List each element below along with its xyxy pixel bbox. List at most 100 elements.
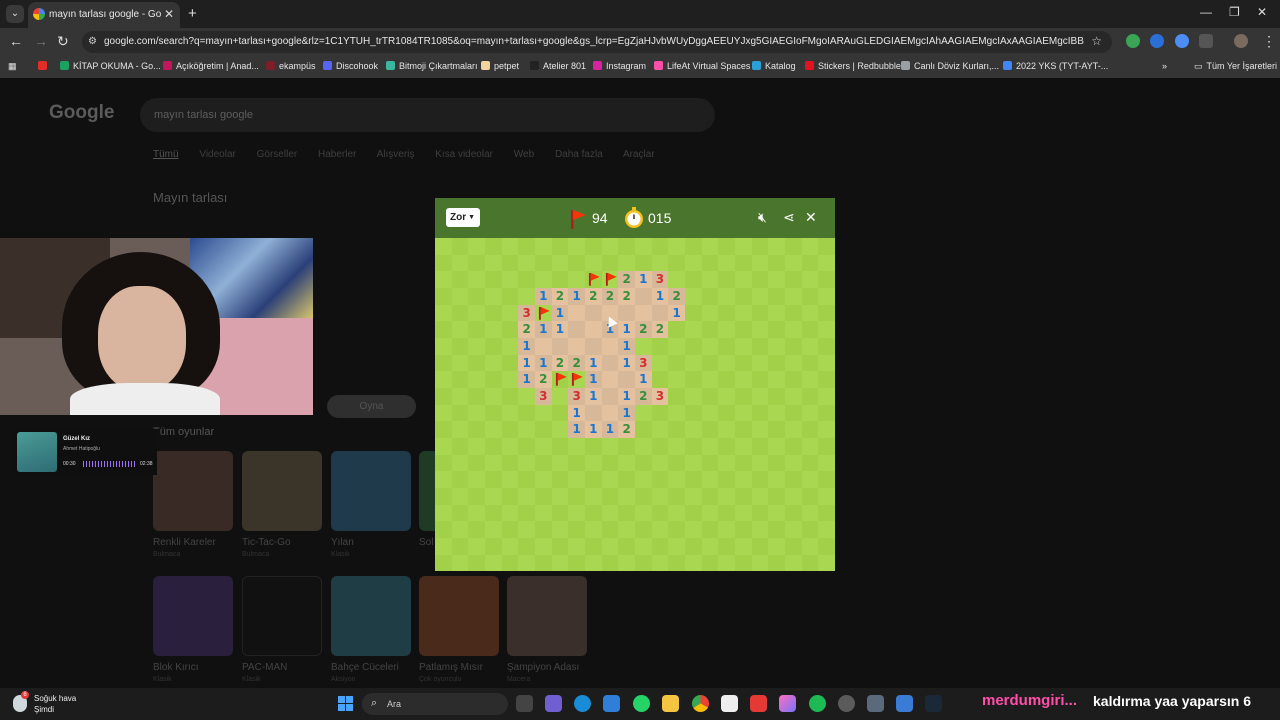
unrevealed-cell[interactable] <box>701 488 719 505</box>
unrevealed-cell[interactable] <box>801 271 819 288</box>
unrevealed-cell[interactable] <box>635 338 652 355</box>
unrevealed-cell[interactable] <box>618 238 635 255</box>
unrevealed-cell[interactable] <box>668 338 685 355</box>
unrevealed-cell[interactable] <box>618 521 635 538</box>
unrevealed-cell[interactable] <box>801 388 819 405</box>
unrevealed-cell[interactable] <box>468 504 485 522</box>
number-cell[interactable]: 1 <box>551 304 569 322</box>
number-cell[interactable]: 2 <box>568 354 585 372</box>
unrevealed-cell[interactable] <box>651 238 669 255</box>
flagged-cell[interactable] <box>535 304 552 322</box>
unrevealed-cell[interactable] <box>751 288 769 305</box>
store-icon[interactable] <box>603 695 620 712</box>
unrevealed-cell[interactable] <box>618 471 635 488</box>
unrevealed-cell[interactable] <box>668 438 685 455</box>
unrevealed-cell[interactable] <box>735 304 752 322</box>
unrevealed-cell[interactable] <box>568 471 585 488</box>
unrevealed-cell[interactable] <box>818 421 835 438</box>
unrevealed-cell[interactable] <box>668 488 685 505</box>
unrevealed-cell[interactable] <box>668 554 685 572</box>
unrevealed-cell[interactable] <box>818 538 835 555</box>
bookmark-star-icon[interactable]: ☆ <box>1091 34 1102 48</box>
unrevealed-cell[interactable] <box>785 371 802 388</box>
unrevealed-cell[interactable] <box>451 254 469 272</box>
unrevealed-cell[interactable] <box>785 254 802 272</box>
number-cell[interactable]: 1 <box>618 388 635 405</box>
search-box[interactable]: mayın tarlası google <box>140 98 715 132</box>
unrevealed-cell[interactable] <box>485 271 502 288</box>
unrevealed-cell[interactable] <box>768 371 785 388</box>
unrevealed-cell[interactable] <box>718 354 735 372</box>
unrevealed-cell[interactable] <box>768 454 785 472</box>
unrevealed-cell[interactable] <box>518 538 535 555</box>
unrevealed-cell[interactable] <box>585 454 602 472</box>
number-cell[interactable]: 3 <box>518 304 535 322</box>
unrevealed-cell[interactable] <box>735 504 752 522</box>
unrevealed-cell[interactable] <box>518 421 535 438</box>
unrevealed-cell[interactable] <box>618 488 635 505</box>
unrevealed-cell[interactable] <box>801 404 819 422</box>
unrevealed-cell[interactable] <box>685 388 702 405</box>
unrevealed-cell[interactable] <box>718 421 735 438</box>
unrevealed-cell[interactable] <box>451 488 469 505</box>
unrevealed-cell[interactable] <box>785 238 802 255</box>
unrevealed-cell[interactable] <box>651 421 669 438</box>
unrevealed-cell[interactable] <box>435 388 452 405</box>
unrevealed-cell[interactable] <box>535 504 552 522</box>
revealed-empty-cell[interactable] <box>568 338 585 355</box>
unrevealed-cell[interactable] <box>818 271 835 288</box>
unrevealed-cell[interactable] <box>468 388 485 405</box>
app-gray-icon[interactable] <box>838 695 855 712</box>
number-cell[interactable]: 1 <box>585 371 602 388</box>
unrevealed-cell[interactable] <box>518 404 535 422</box>
unrevealed-cell[interactable] <box>818 338 835 355</box>
unrevealed-cell[interactable] <box>485 488 502 505</box>
unrevealed-cell[interactable] <box>635 471 652 488</box>
unrevealed-cell[interactable] <box>601 471 619 488</box>
new-tab-button[interactable]: + <box>188 5 197 22</box>
unrevealed-cell[interactable] <box>451 521 469 538</box>
unrevealed-cell[interactable] <box>735 354 752 372</box>
unrevealed-cell[interactable] <box>801 454 819 472</box>
unrevealed-cell[interactable] <box>685 404 702 422</box>
unrevealed-cell[interactable] <box>668 454 685 472</box>
unrevealed-cell[interactable] <box>535 421 552 438</box>
search-query[interactable]: mayın tarlası google <box>154 109 253 121</box>
unrevealed-cell[interactable] <box>501 238 519 255</box>
unrevealed-cell[interactable] <box>635 254 652 272</box>
unrevealed-cell[interactable] <box>568 521 585 538</box>
unrevealed-cell[interactable] <box>435 471 452 488</box>
unrevealed-cell[interactable] <box>518 471 535 488</box>
number-cell[interactable]: 2 <box>535 371 552 388</box>
revealed-empty-cell[interactable] <box>601 371 619 388</box>
unrevealed-cell[interactable] <box>735 471 752 488</box>
unrevealed-cell[interactable] <box>685 471 702 488</box>
unrevealed-cell[interactable] <box>535 254 552 272</box>
unrevealed-cell[interactable] <box>501 338 519 355</box>
omnibox[interactable]: ⚙ google.com/search?q=mayın+tarlası+goog… <box>82 31 1112 53</box>
unrevealed-cell[interactable] <box>551 421 569 438</box>
unrevealed-cell[interactable] <box>668 521 685 538</box>
unrevealed-cell[interactable] <box>451 421 469 438</box>
unrevealed-cell[interactable] <box>818 321 835 338</box>
unrevealed-cell[interactable] <box>485 438 502 455</box>
unrevealed-cell[interactable] <box>768 521 785 538</box>
tab-all[interactable]: Tümü <box>153 149 179 160</box>
unrevealed-cell[interactable] <box>701 521 719 538</box>
flagged-cell[interactable] <box>551 371 569 388</box>
extension-shield-icon[interactable] <box>1126 34 1140 48</box>
unrevealed-cell[interactable] <box>518 554 535 572</box>
mute-icon[interactable]: 🔇︎ <box>758 209 767 226</box>
number-cell[interactable]: 3 <box>535 388 552 405</box>
tab-tools[interactable]: Araçlar <box>623 149 655 160</box>
unrevealed-cell[interactable] <box>785 504 802 522</box>
edge-icon[interactable] <box>574 695 591 712</box>
unrevealed-cell[interactable] <box>451 404 469 422</box>
unrevealed-cell[interactable] <box>551 504 569 522</box>
unrevealed-cell[interactable] <box>718 271 735 288</box>
unrevealed-cell[interactable] <box>735 321 752 338</box>
unrevealed-cell[interactable] <box>435 438 452 455</box>
unrevealed-cell[interactable] <box>485 238 502 255</box>
revealed-empty-cell[interactable] <box>651 304 669 322</box>
unrevealed-cell[interactable] <box>735 338 752 355</box>
